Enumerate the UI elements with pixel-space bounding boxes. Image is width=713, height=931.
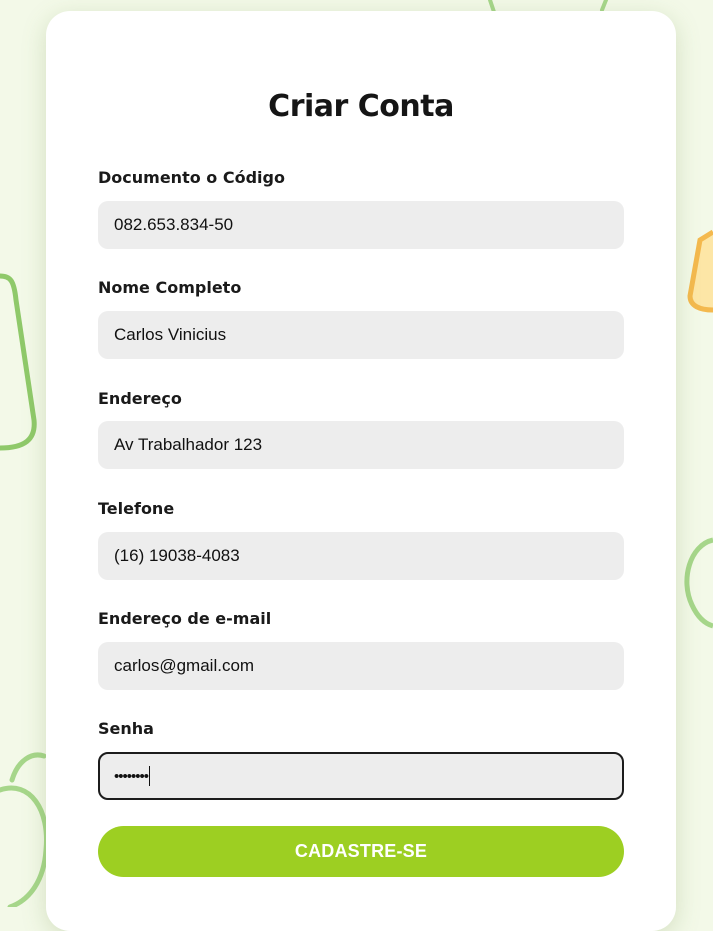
password-value: •••••••• — [114, 767, 149, 785]
address-value: Av Trabalhador 123 — [114, 435, 263, 454]
email-value: carlos@gmail.com — [114, 656, 255, 675]
email-label: Endereço de e-mail — [98, 609, 272, 628]
lemon-doodle-icon — [687, 229, 713, 313]
text-caret — [149, 766, 151, 786]
document-label: Documento o Código — [98, 168, 285, 187]
address-label: Endereço — [98, 389, 182, 408]
circle-fruit-doodle-icon — [684, 537, 713, 629]
address-field[interactable]: Av Trabalhador 123 — [98, 421, 624, 469]
signup-card: Criar Conta Documento o Código 082.653.8… — [46, 11, 676, 931]
password-field[interactable]: •••••••• — [98, 752, 624, 800]
full-name-field[interactable]: Carlos Vinicius — [98, 311, 624, 359]
full-name-label: Nome Completo — [98, 278, 242, 297]
password-label: Senha — [98, 719, 154, 738]
full-name-value: Carlos Vinicius — [114, 325, 227, 344]
phone-value: (16) 19038-4083 — [114, 546, 240, 565]
document-value: 082.653.834-50 — [114, 215, 234, 234]
leaf-doodle-icon — [0, 273, 37, 451]
email-field[interactable]: carlos@gmail.com — [98, 642, 624, 690]
signup-button[interactable]: CADASTRE-SE — [98, 826, 624, 877]
apple-doodle-icon — [0, 752, 50, 907]
phone-field[interactable]: (16) 19038-4083 — [98, 532, 624, 580]
document-field[interactable]: 082.653.834-50 — [98, 201, 624, 249]
page-title: Criar Conta — [268, 89, 454, 124]
phone-label: Telefone — [98, 499, 175, 518]
